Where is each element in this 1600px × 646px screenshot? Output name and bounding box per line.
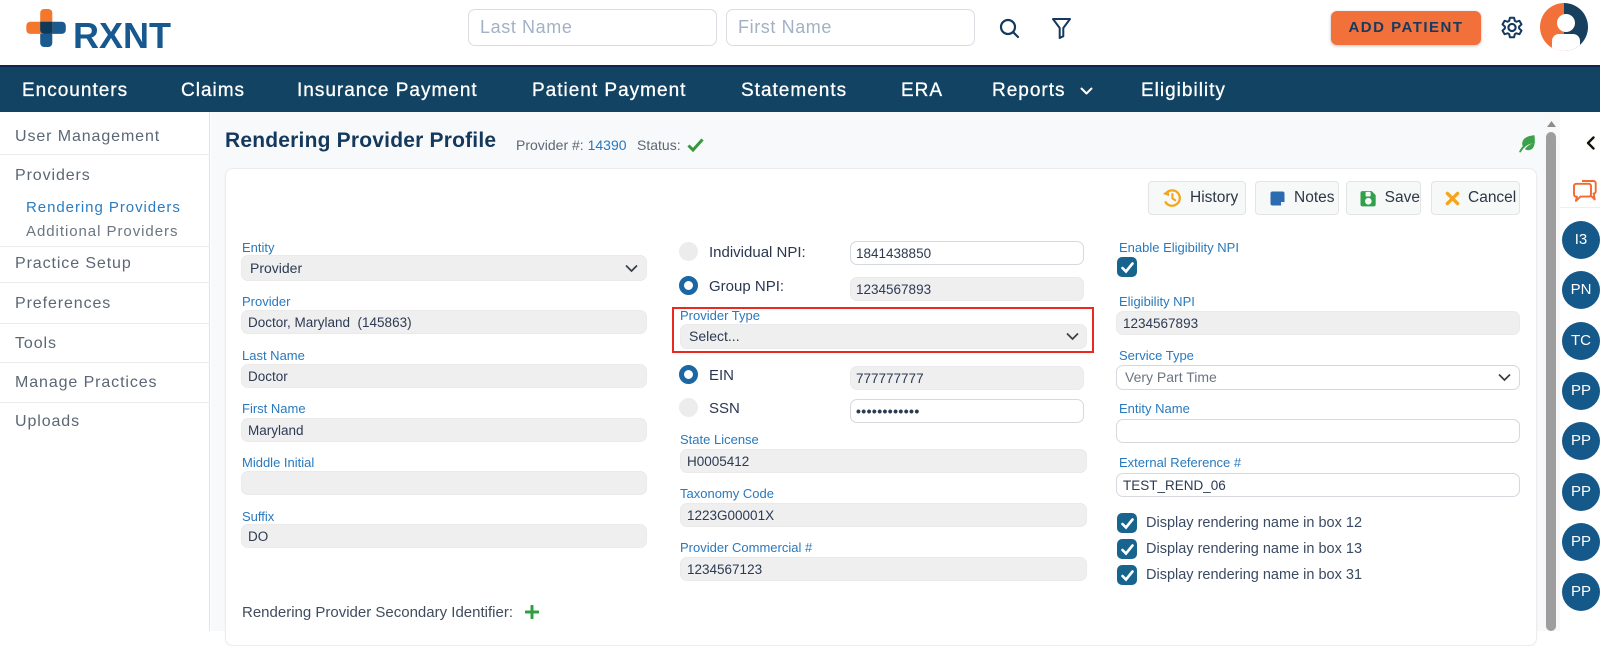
svg-text:RXNT: RXNT [73,15,171,56]
